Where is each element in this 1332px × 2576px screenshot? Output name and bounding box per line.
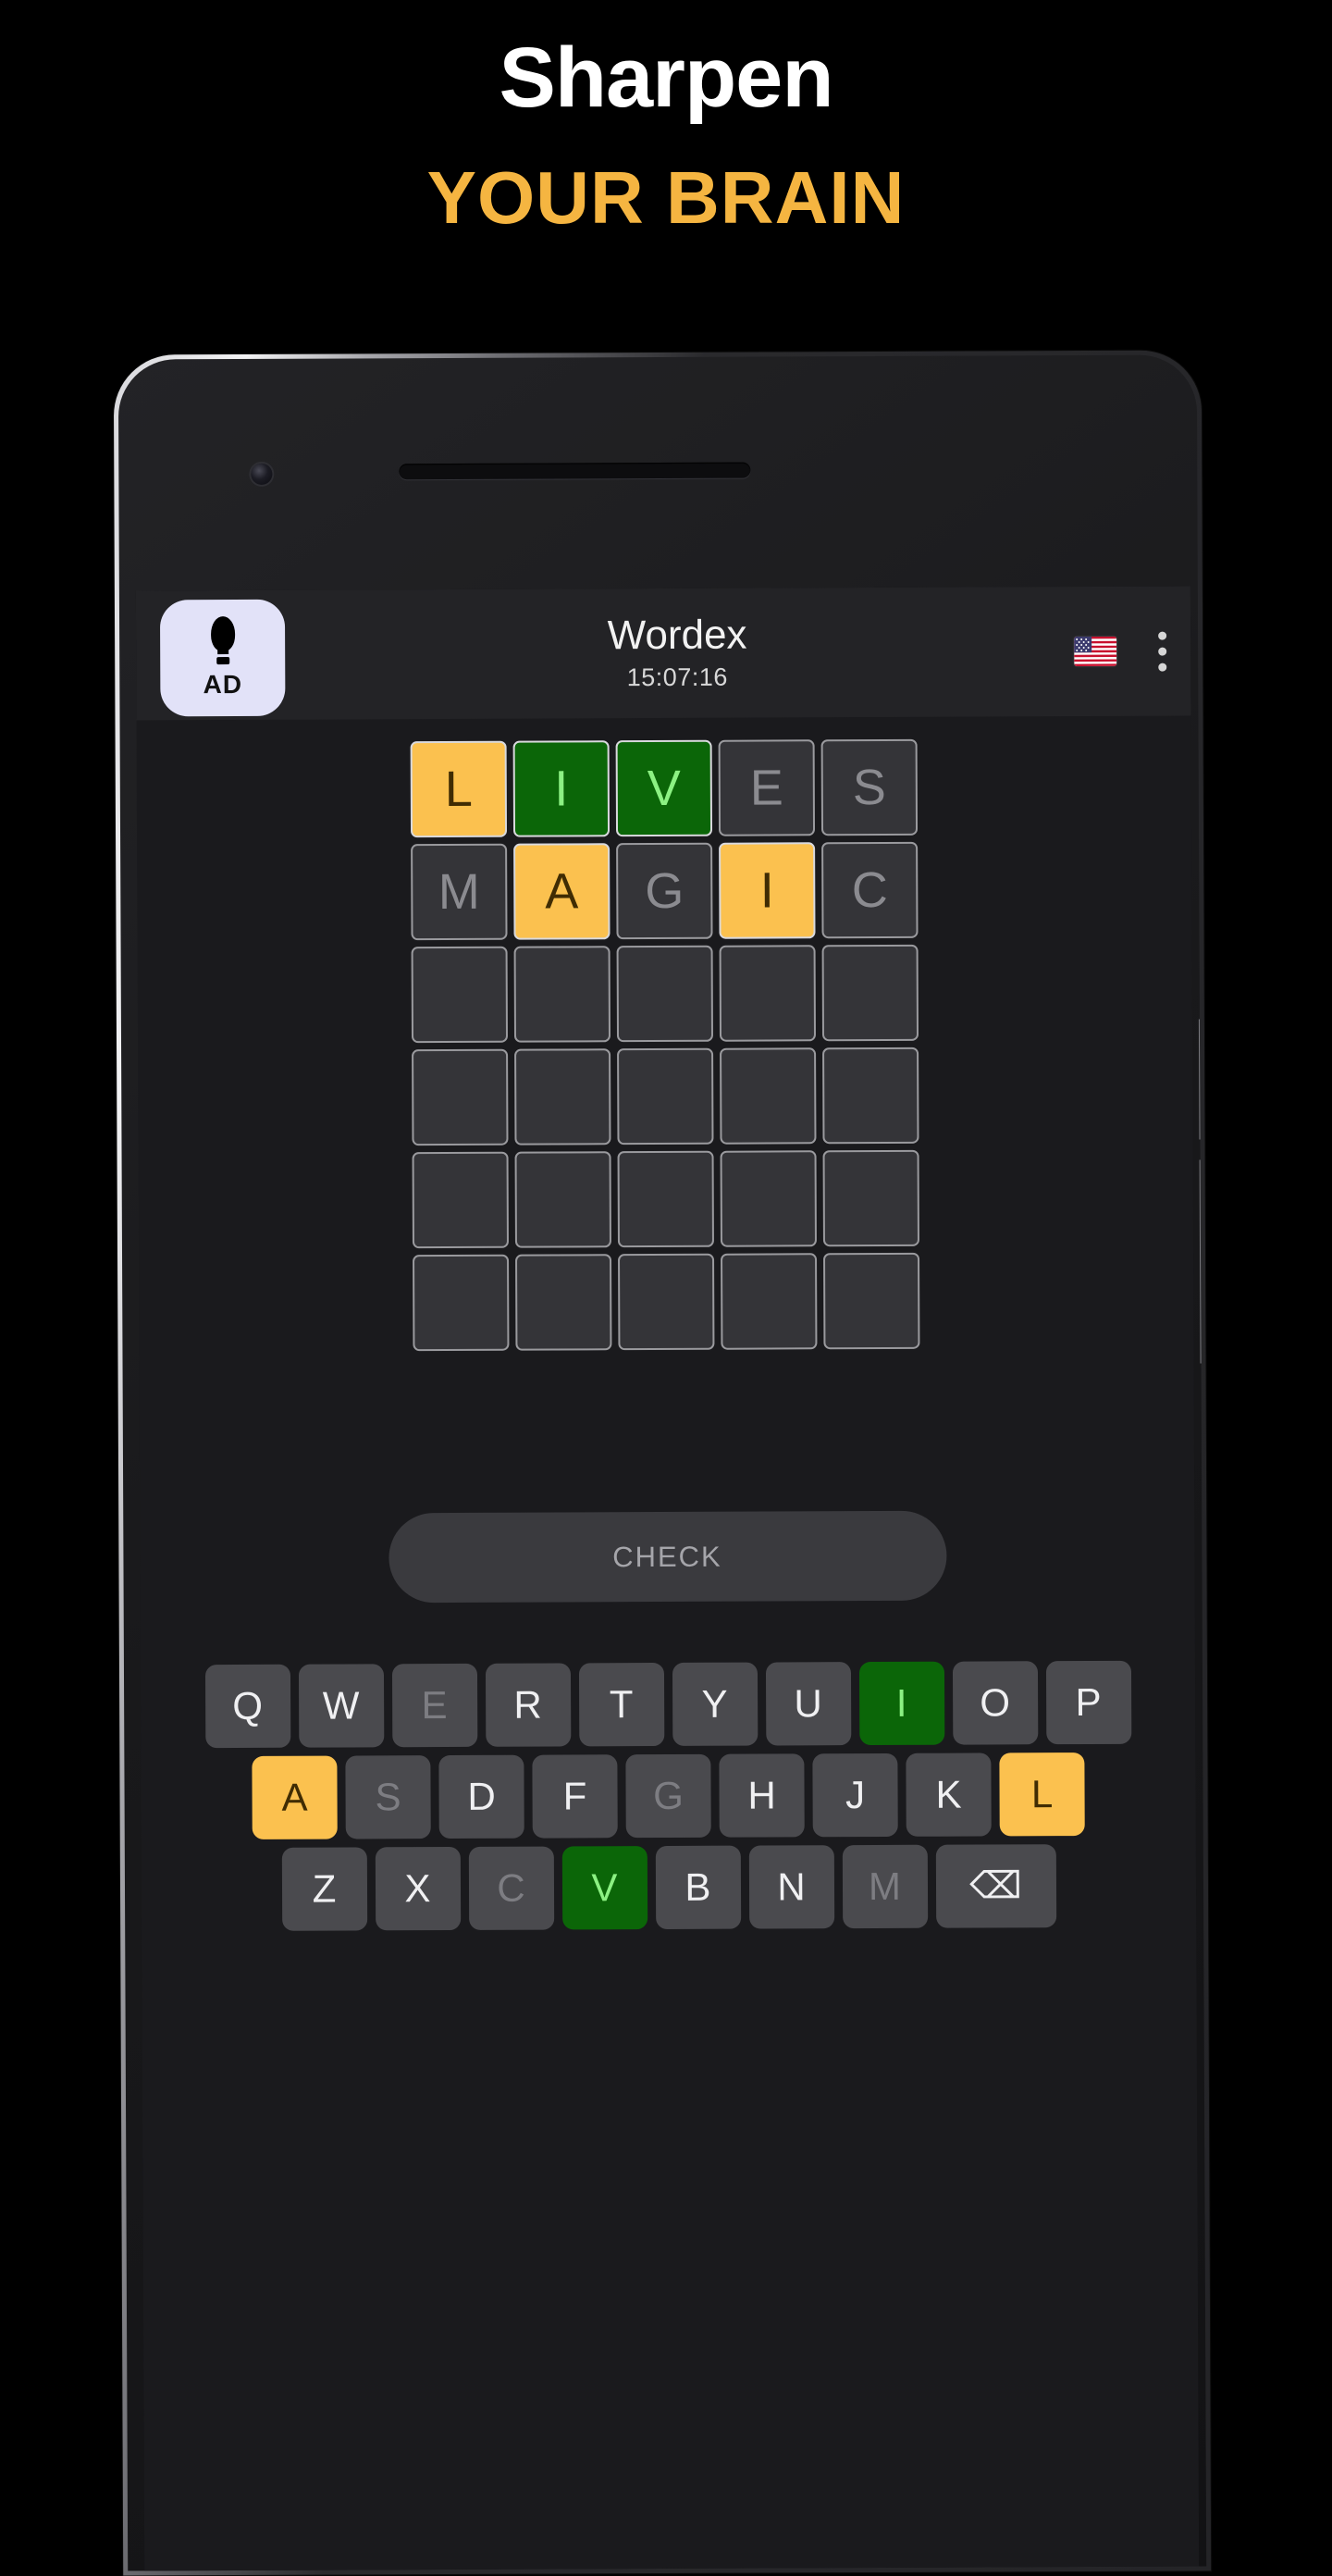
key-i[interactable]: I [858, 1661, 944, 1746]
key-r[interactable]: R [485, 1663, 571, 1747]
app-title: Wordex [607, 612, 747, 659]
grid-tile-r6-c2 [515, 1254, 612, 1351]
grid-tile-r2-c3: G [616, 842, 713, 940]
on-screen-keyboard: Q W E R T Y U I O P A S D F G H J K L Z X C V B N M ⌫ [141, 1660, 1196, 1931]
grid-tile-r2-c5: C [821, 841, 919, 939]
grid-tile-r6-c5 [823, 1252, 920, 1350]
grid-tile-r1-c2: I [512, 740, 610, 837]
check-button[interactable]: CHECK [388, 1510, 947, 1604]
app-bar-actions [1074, 587, 1167, 716]
grid-tile-r1-c5: S [820, 738, 919, 836]
word-grid: LIVESMAGIC [410, 738, 920, 1352]
kebab-menu-icon[interactable] [1157, 631, 1166, 672]
key-d[interactable]: D [438, 1754, 524, 1839]
front-camera-icon [251, 463, 273, 485]
grid-tile-r2-c1: M [411, 843, 508, 941]
grid-tile-r3-c3 [616, 945, 714, 1043]
keyboard-row-2: ASDFGHJKL [163, 1752, 1173, 1840]
key-s[interactable]: S [345, 1755, 431, 1839]
backspace-key[interactable]: ⌫ [935, 1844, 1056, 1928]
grid-tile-r6-c3 [618, 1253, 715, 1351]
grid-tile-r4-c4 [720, 1047, 817, 1145]
app-bar: AD Wordex 15:07:16 [135, 586, 1191, 721]
phone-body: AD Wordex 15:07:16 L I V E S M A G I C C… [117, 354, 1207, 2571]
keyboard-row-1: QWERTYUIOP [163, 1660, 1173, 1749]
promo-line-1: Sharpen [499, 31, 833, 125]
grid-tile-r4-c3 [617, 1047, 714, 1146]
power-button[interactable] [1198, 1019, 1207, 1140]
key-p[interactable]: P [1045, 1660, 1131, 1745]
grid-tile-r1-c3: V [615, 739, 713, 837]
us-flag-icon[interactable] [1074, 636, 1117, 667]
promo-headline: Sharpen YOUR BRAIN [0, 0, 1332, 235]
key-x[interactable]: X [375, 1846, 461, 1931]
key-m[interactable]: M [842, 1844, 928, 1929]
grid-tile-r5-c2 [514, 1151, 611, 1248]
grid-tile-r5-c1 [412, 1151, 509, 1249]
grid-tile-r5-c3 [617, 1150, 714, 1248]
volume-button[interactable] [1199, 1159, 1207, 1364]
grid-tile-r3-c5 [821, 944, 919, 1042]
key-h[interactable]: H [719, 1753, 805, 1838]
key-o[interactable]: O [952, 1661, 1038, 1745]
lightbulb-icon [204, 616, 241, 666]
key-u[interactable]: U [765, 1662, 851, 1746]
grid-tile-r1-c4: E [718, 739, 816, 836]
grid-tile-r4-c1 [412, 1048, 509, 1146]
key-g[interactable]: G [625, 1753, 711, 1839]
grid-tile-r4-c5 [822, 1046, 919, 1145]
grid-tile-r4-c2 [514, 1048, 611, 1146]
keyboard-row-3: Z X C V B N M ⌫ [164, 1844, 1174, 1932]
game-timer: 15:07:16 [626, 663, 728, 691]
key-e[interactable]: E [391, 1663, 477, 1748]
key-b[interactable]: B [655, 1845, 741, 1930]
key-a[interactable]: A [252, 1755, 338, 1839]
key-c[interactable]: C [468, 1846, 554, 1930]
grid-tile-r5-c4 [720, 1150, 817, 1247]
promo-line-2: YOUR BRAIN [426, 156, 906, 239]
check-button-container: CHECK [140, 1509, 1194, 1604]
key-l[interactable]: L [999, 1752, 1085, 1837]
grid-tile-r3-c1 [411, 946, 509, 1044]
key-f[interactable]: F [532, 1754, 618, 1839]
ad-badge-label: AD [203, 669, 243, 700]
key-v[interactable]: V [561, 1846, 648, 1930]
earpiece-speaker [399, 462, 751, 480]
key-z[interactable]: Z [281, 1847, 367, 1931]
key-j[interactable]: J [812, 1752, 898, 1838]
key-q[interactable]: Q [204, 1664, 290, 1749]
grid-tile-r3-c4 [719, 945, 817, 1042]
grid-tile-r5-c5 [822, 1149, 919, 1247]
grid-tile-r1-c1: L [410, 740, 508, 838]
app-screen: AD Wordex 15:07:16 L I V E S M A G I C C… [135, 586, 1200, 2571]
grid-tile-r2-c2: A [513, 843, 610, 940]
grid-tile-r3-c2 [513, 946, 611, 1043]
grid-tile-r2-c4: I [719, 842, 816, 939]
grid-tile-r6-c1 [413, 1254, 510, 1352]
key-n[interactable]: N [748, 1845, 834, 1929]
app-bar-center: Wordex 15:07:16 [173, 613, 1181, 694]
key-k[interactable]: K [906, 1752, 992, 1837]
word-grid-container: LIVESMAGIC [137, 737, 1194, 1352]
key-t[interactable]: T [578, 1662, 664, 1747]
key-w[interactable]: W [298, 1664, 384, 1748]
key-y[interactable]: Y [672, 1662, 758, 1746]
ad-hint-button[interactable]: AD [159, 599, 286, 717]
phone-mockup: AD Wordex 15:07:16 L I V E S M A G I C C… [113, 350, 1212, 2576]
grid-tile-r6-c4 [721, 1253, 818, 1350]
